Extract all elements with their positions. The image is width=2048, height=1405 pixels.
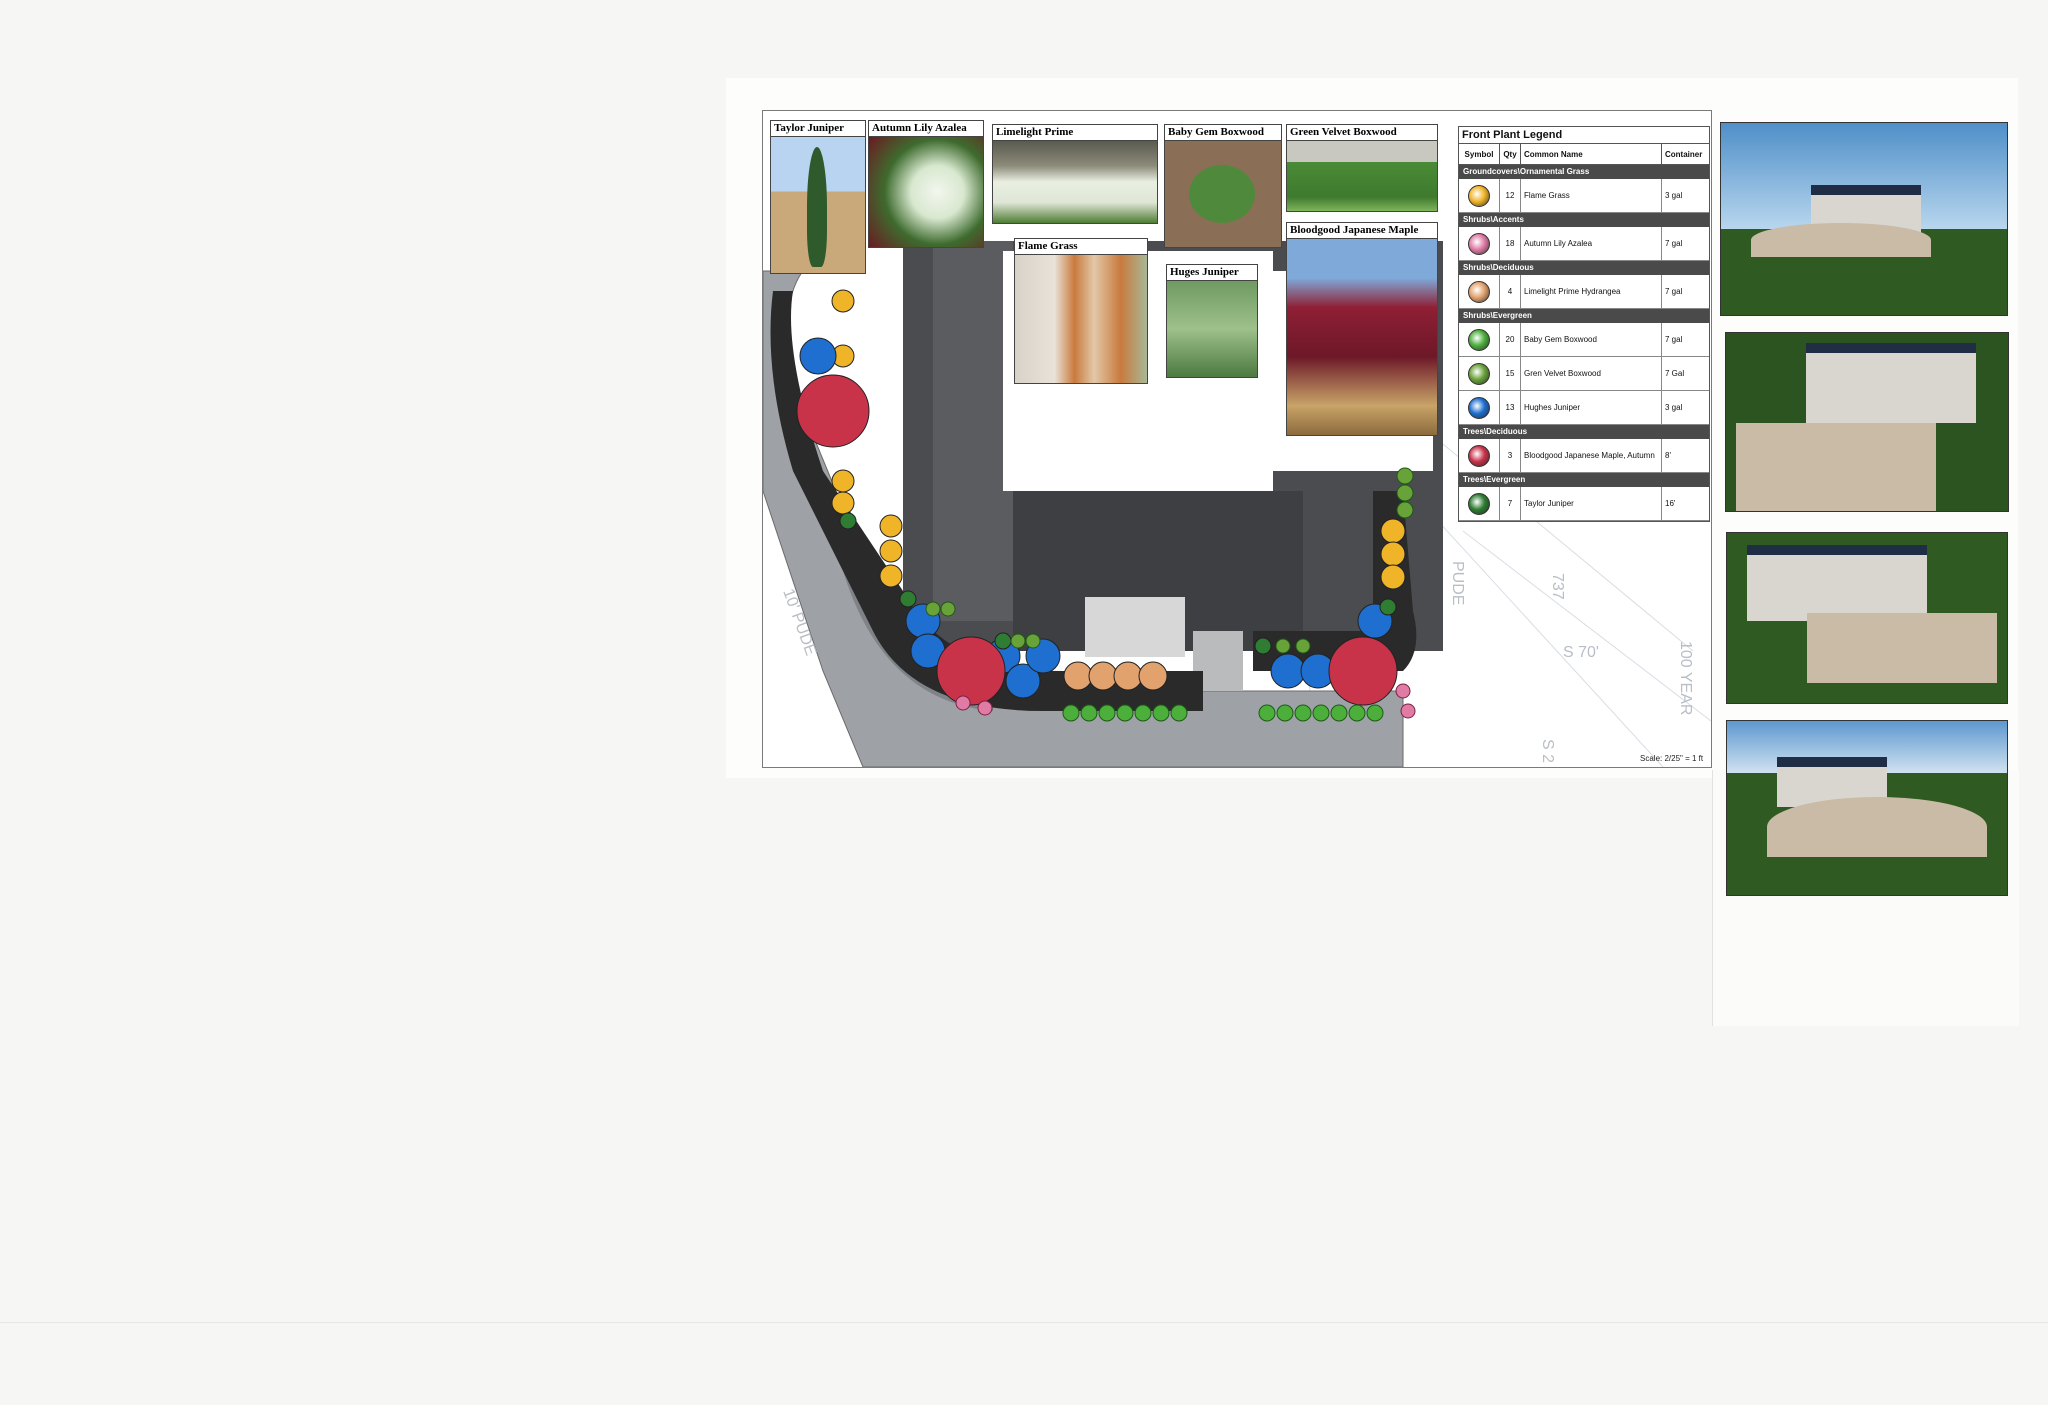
- photo-bloodgood-japanese-maple: Bloodgood Japanese Maple: [1286, 222, 1438, 436]
- legend-container: 3 gal: [1665, 403, 1683, 412]
- legend-container: 16': [1665, 499, 1676, 508]
- render-side-view: [1726, 532, 2008, 704]
- legend-row: 13 Hughes Juniper 3 gal: [1459, 391, 1709, 425]
- legend-row: 12 Flame Grass 3 gal: [1459, 179, 1709, 213]
- photo-taylor-juniper: Taylor Juniper: [770, 120, 866, 274]
- legend-header-qty: Qty: [1500, 144, 1521, 164]
- photo-caption: Baby Gem Boxwood: [1165, 125, 1281, 141]
- photo-baby-gem-boxwood: Baby Gem Boxwood: [1164, 124, 1282, 248]
- legend-common-name: Gren Velvet Boxwood: [1521, 357, 1662, 390]
- scale-note: Scale: 2/25" = 1 ft: [1640, 754, 1704, 763]
- label-737: 737: [1549, 573, 1566, 600]
- legend-title: Front Plant Legend: [1459, 127, 1709, 144]
- legend-category: Shrubs\Deciduous: [1459, 261, 1709, 275]
- legend-qty: 12: [1500, 179, 1521, 212]
- legend-qty: 13: [1500, 391, 1521, 424]
- legend-header-symbol: Symbol: [1459, 144, 1500, 164]
- legend-common-name: Bloodgood Japanese Maple, Autumn: [1521, 439, 1662, 472]
- photo-caption: Flame Grass: [1015, 239, 1147, 255]
- legend-category: Shrubs\Accents: [1459, 213, 1709, 227]
- legend-row: 7 Taylor Juniper 16': [1459, 487, 1709, 521]
- legend-symbol-icon: [1468, 184, 1490, 207]
- photo-limelight-prime: Limelight Prime: [992, 124, 1158, 224]
- label-100-year: 100 YEAR: [1677, 641, 1694, 715]
- photo-huges-juniper: Huges Juniper: [1166, 264, 1258, 378]
- legend-category: Shrubs\Evergreen: [1459, 309, 1709, 323]
- photo-caption: Taylor Juniper: [771, 121, 865, 137]
- photo-caption: Limelight Prime: [993, 125, 1157, 141]
- legend-category: Groundcovers\Ornamental Grass: [1459, 165, 1709, 179]
- legend-qty: 20: [1500, 323, 1521, 356]
- legend-container: 7 Gal: [1665, 369, 1685, 378]
- legend-container: 8': [1665, 451, 1671, 460]
- legend-row: 18 Autumn Lily Azalea 7 gal: [1459, 227, 1709, 261]
- legend-row: 3 Bloodgood Japanese Maple, Autumn 8': [1459, 439, 1709, 473]
- photo-caption: Autumn Lily Azalea: [869, 121, 983, 137]
- legend-container: 3 gal: [1665, 191, 1683, 200]
- label-s70: S 70': [1563, 644, 1599, 661]
- render-corner-view: [1725, 332, 2009, 512]
- photo-caption: Bloodgood Japanese Maple: [1287, 223, 1437, 239]
- front-stoop: [1085, 597, 1185, 657]
- legend-qty: 7: [1500, 487, 1521, 520]
- legend-symbol-icon: [1468, 396, 1490, 419]
- legend-container: 7 gal: [1665, 287, 1683, 296]
- legend-category: Trees\Evergreen: [1459, 473, 1709, 487]
- legend-header: Symbol Qty Common Name Container: [1459, 144, 1709, 165]
- legend-body: Groundcovers\Ornamental Grass 12 Flame Gra…: [1459, 165, 1709, 521]
- legend-category: Trees\Deciduous: [1459, 425, 1709, 439]
- legend-header-container: Container: [1665, 149, 1703, 159]
- legend-symbol-icon: [1468, 232, 1490, 255]
- legend-qty: 18: [1500, 227, 1521, 260]
- legend-container: 7 gal: [1665, 239, 1683, 248]
- legend-row: 4 Limelight Prime Hydrangea 7 gal: [1459, 275, 1709, 309]
- legend-qty: 3: [1500, 439, 1521, 472]
- legend-common-name: Baby Gem Boxwood: [1521, 323, 1662, 356]
- legend-row: 20 Baby Gem Boxwood 7 gal: [1459, 323, 1709, 357]
- legend-common-name: Hughes Juniper: [1521, 391, 1662, 424]
- legend-row: 15 Gren Velvet Boxwood 7 Gal: [1459, 357, 1709, 391]
- legend-common-name: Limelight Prime Hydrangea: [1521, 275, 1662, 308]
- legend-common-name: Autumn Lily Azalea: [1521, 227, 1662, 260]
- render-distant-view: [1726, 720, 2008, 896]
- legend-symbol-icon: [1468, 328, 1490, 351]
- legend-symbol-icon: [1468, 280, 1490, 303]
- label-s2: S 2: [1539, 739, 1556, 763]
- legend-symbol-icon: [1468, 444, 1490, 467]
- legend-symbol-icon: [1468, 492, 1490, 515]
- photo-green-velvet-boxwood: Green Velvet Boxwood: [1286, 124, 1438, 212]
- photo-caption: Green Velvet Boxwood: [1287, 125, 1437, 141]
- legend-symbol-icon: [1468, 362, 1490, 385]
- photo-flame-grass: Flame Grass: [1014, 238, 1148, 384]
- plant-legend: Front Plant Legend Symbol Qty Common Nam…: [1458, 126, 1710, 522]
- legend-container: 7 gal: [1665, 335, 1683, 344]
- legend-header-name: Common Name: [1521, 144, 1662, 164]
- legend-qty: 15: [1500, 357, 1521, 390]
- legend-common-name: Flame Grass: [1521, 179, 1662, 212]
- label-pude-right: PUDE: [1449, 561, 1466, 605]
- photo-caption: Huges Juniper: [1167, 265, 1257, 281]
- legend-common-name: Taylor Juniper: [1521, 487, 1662, 520]
- page-edge-line: [0, 1322, 2048, 1323]
- photo-autumn-lily-azalea: Autumn Lily Azalea: [868, 120, 984, 248]
- legend-qty: 4: [1500, 275, 1521, 308]
- render-front-view: [1720, 122, 2008, 316]
